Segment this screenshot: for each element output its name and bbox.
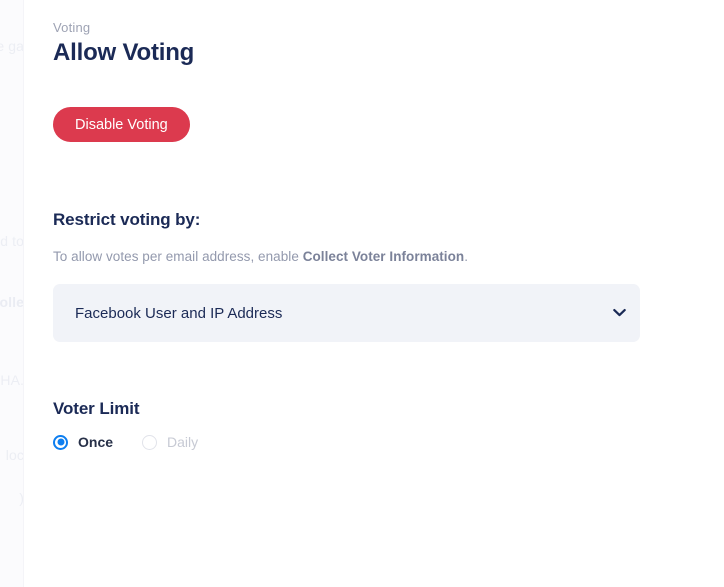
helper-text-suffix: .	[464, 249, 468, 264]
voting-settings-panel: Voting Allow Voting Disable Voting Restr…	[24, 0, 724, 587]
restrict-voting-select-wrapper: Facebook User and IP Address	[53, 284, 640, 342]
radio-once-label: Once	[78, 434, 113, 450]
background-text-fragment: e ga	[0, 38, 24, 54]
breadcrumb-eyebrow: Voting	[53, 20, 90, 35]
background-text-fragment: olle	[0, 294, 24, 310]
page-title: Allow Voting	[53, 39, 194, 67]
radio-daily-label: Daily	[167, 434, 198, 450]
background-text-fragment: d to	[0, 233, 24, 249]
voter-limit-option-once[interactable]: Once	[53, 434, 113, 450]
restrict-voting-select[interactable]: Facebook User and IP Address	[53, 284, 640, 342]
voter-limit-radio-group: Once Daily	[53, 434, 198, 450]
background-text-fragment: loc	[6, 447, 24, 463]
collect-voter-information-emphasis: Collect Voter Information	[303, 249, 465, 264]
restrict-voting-heading: Restrict voting by:	[53, 210, 200, 230]
helper-text-prefix: To allow votes per email address, enable	[53, 249, 303, 264]
radio-daily-indicator	[142, 435, 157, 450]
restrict-voting-helper-text: To allow votes per email address, enable…	[53, 249, 468, 264]
radio-once-indicator[interactable]	[53, 435, 68, 450]
voter-limit-heading: Voter Limit	[53, 399, 139, 419]
voter-limit-option-daily: Daily	[142, 434, 198, 450]
disable-voting-button[interactable]: Disable Voting	[53, 107, 190, 142]
background-text-fragment: -HA.	[0, 372, 24, 388]
background-content-strip: e gad toolle-HA.loc)	[0, 0, 24, 587]
